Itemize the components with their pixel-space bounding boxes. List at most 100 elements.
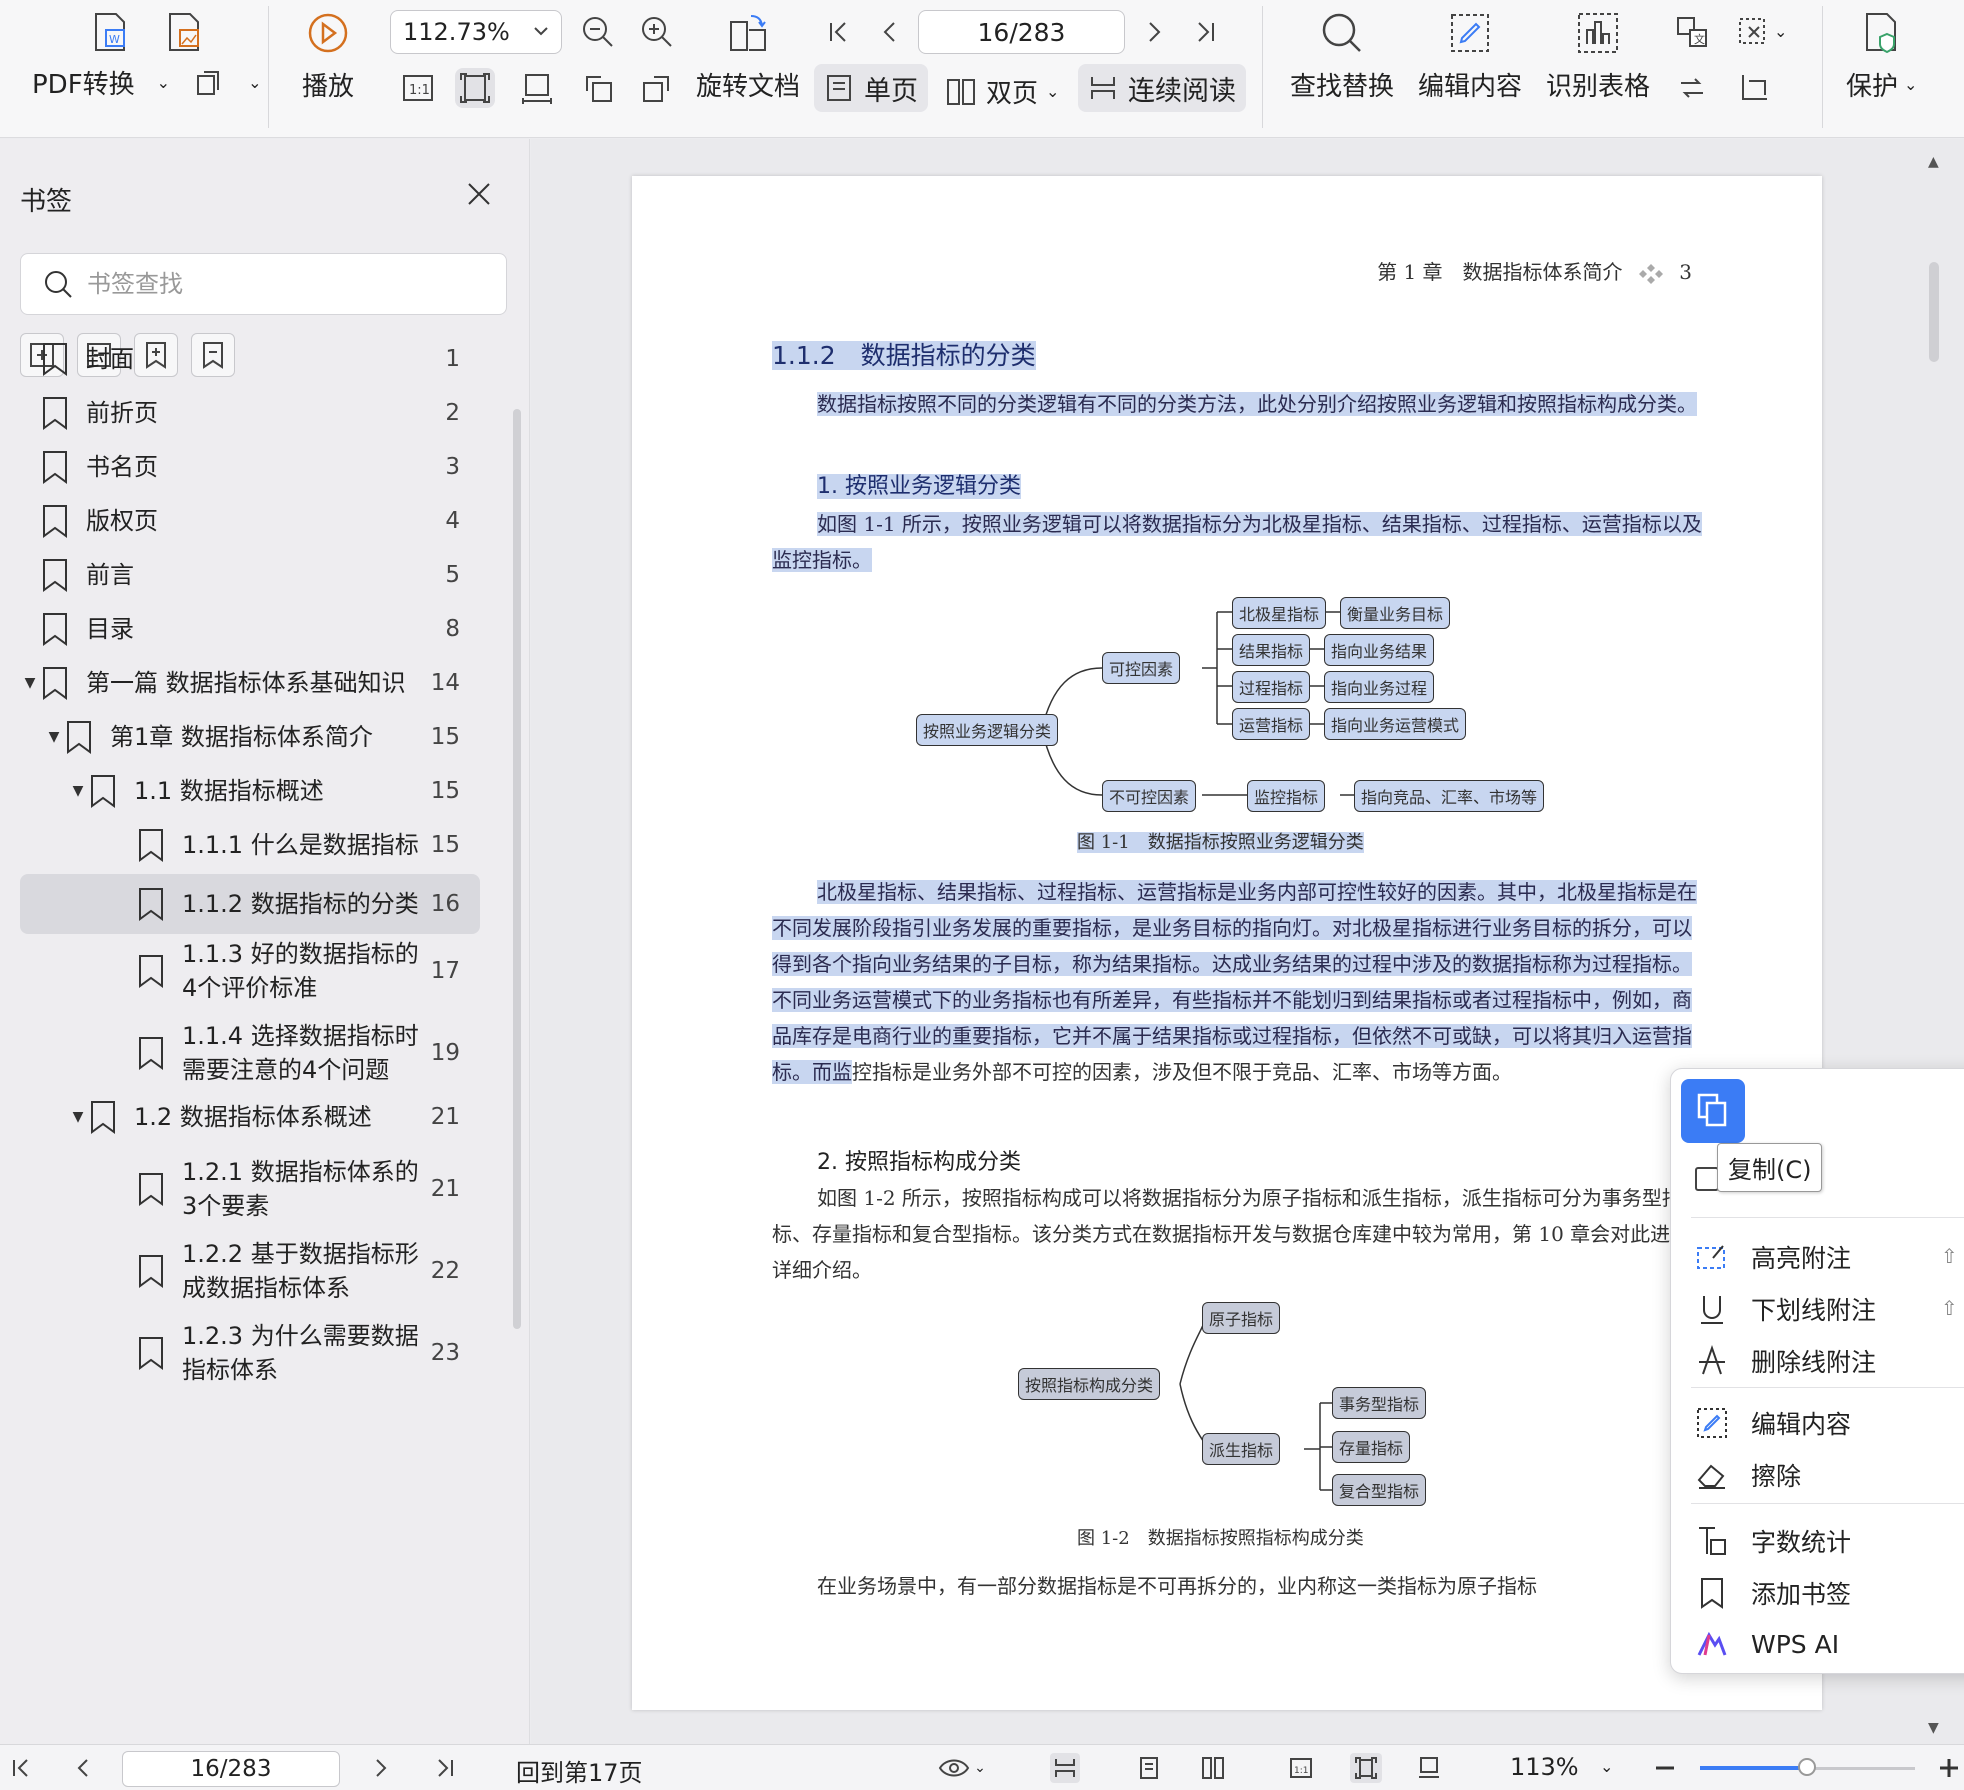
scroll-down-icon[interactable]: ▼ [1928,1720,1939,1736]
bookmark-item[interactable]: 版权页 4 [20,496,480,546]
pdf-to-image-icon[interactable] [162,10,206,54]
expand-toggle-icon[interactable]: ▼ [68,1109,88,1125]
fit-page-button[interactable] [455,68,495,108]
bookmark-label: 1.1.1 什么是数据指标 [182,831,419,859]
bookmark-item[interactable]: 1.2.1 数据指标体系的3个要素 21 [20,1146,480,1232]
menu-add-bookmark[interactable]: 添加书签 [1695,1575,1851,1611]
bookmark-item[interactable]: 1.2.2 基于数据指标形成数据指标体系 22 [20,1228,480,1314]
bookmark-page-number: 2 [445,400,460,426]
first-page-icon[interactable] [6,1753,36,1783]
fit-width-button[interactable] [517,68,557,108]
zoom-in-icon[interactable] [1934,1753,1964,1783]
page-crop-icon[interactable] [1734,68,1774,108]
double-page-button[interactable]: 双页 ⌄ [946,73,1059,110]
bookmark-item[interactable]: 1.1.4 选择数据指标时需要注意的4个问题 19 [20,1010,480,1096]
find-replace-button[interactable]: 查找替换 [1290,10,1394,103]
zoom-out-icon[interactable] [1650,1753,1680,1783]
bookmark-label: 前折页 [86,399,158,427]
menu-word-count[interactable]: 字数统计 [1695,1523,1851,1559]
copy-button[interactable] [1681,1079,1745,1143]
scroll-up-icon[interactable]: ▲ [1928,154,1939,170]
fit-page-icon[interactable] [1350,1753,1382,1783]
translate-icon[interactable]: 文 [1672,12,1712,52]
pdf-to-word-icon[interactable]: W [88,10,132,54]
pdf-convert-button[interactable]: W PDF转换 ⌄ ⌄ [32,10,261,101]
bookmark-page-number: 15 [430,778,460,804]
expand-toggle-icon[interactable]: ▼ [68,783,88,799]
prev-page-icon[interactable] [68,1753,98,1783]
expand-toggle-icon[interactable]: ▼ [44,729,64,745]
protect-button[interactable]: 保护 ⌄ [1846,10,1917,103]
menu-underline-annotation[interactable]: 下划线附注 [1695,1291,1876,1327]
edit-content-button[interactable]: 编辑内容 [1418,10,1522,103]
menu-edit-content[interactable]: 编辑内容 [1695,1405,1851,1441]
zoom-in-icon[interactable] [637,12,677,52]
back-to-page-link[interactable]: 回到第17页 [516,1753,643,1788]
bookmark-item[interactable]: 前言 5 [20,550,480,600]
document-scrollbar[interactable] [1929,262,1939,362]
bookmark-item[interactable]: 封面 1 [20,334,480,384]
bookmark-item[interactable]: 1.1.2 数据指标的分类 16 [20,874,480,934]
document-page[interactable]: 第 1 章 数据指标体系简介 3 1.1.2 数据指标的分类 数据指标按照不同的… [632,176,1822,1710]
bookmark-item[interactable]: ▼ 1.2 数据指标体系概述 21 [20,1092,480,1142]
actual-size-button[interactable]: 1:1 [398,68,438,108]
search-icon [1319,10,1365,56]
page-number-input[interactable]: 16/283 [918,10,1125,54]
bookmark-label: 1.2.2 基于数据指标形成数据指标体系 [182,1240,419,1302]
bookmark-search-input[interactable] [87,270,467,298]
svg-text:1:1: 1:1 [409,83,430,98]
bookmark-item[interactable]: 1.1.1 什么是数据指标 15 [20,820,480,870]
bookmark-page-number: 1 [445,346,460,372]
bookmark-item[interactable]: ▼ 1.1 数据指标概述 15 [20,766,480,816]
chevron-down-icon[interactable]: ⌄ [1600,1757,1613,1776]
continuous-read-button[interactable]: 连续阅读 [1078,64,1246,112]
bookmark-item[interactable]: 书名页 3 [20,442,480,492]
bookmark-item[interactable]: 1.2.3 为什么需要数据指标体系 23 [20,1310,480,1396]
bookmark-item[interactable]: 前折页 2 [20,388,480,438]
play-button[interactable]: 播放 [302,10,354,103]
fig1-uncontrollable-node: 不可控因素 [1102,780,1197,812]
next-page-icon[interactable] [366,1753,396,1783]
zoom-slider-handle[interactable] [1798,1758,1816,1776]
menu-highlight-annotation[interactable]: 高亮附注 [1695,1239,1851,1275]
expand-toggle-icon[interactable]: ▼ [20,675,40,691]
bookmark-item[interactable]: ▼ 第一篇 数据指标体系基础知识 14 [20,658,480,708]
fit-width-icon[interactable] [1414,1753,1444,1783]
sidebar-scrollbar[interactable] [513,409,521,1329]
recognize-table-button[interactable]: 识别表格 [1546,10,1650,103]
rotate-right-icon[interactable] [637,68,677,108]
close-icon[interactable] [466,181,492,207]
double-page-icon [946,77,976,107]
bookmark-page-number: 5 [445,562,460,588]
eye-protection-icon[interactable]: ⌄ [934,1753,990,1783]
single-page-button[interactable]: 单页 [814,64,928,112]
first-page-icon[interactable] [818,12,858,52]
bookmark-item[interactable]: 目录 8 [20,604,480,654]
comment-icon[interactable] [1695,1167,1719,1191]
double-page-view-icon[interactable] [1198,1753,1228,1783]
menu-strikethrough-annotation[interactable]: 删除线附注 [1695,1343,1876,1379]
menu-erase[interactable]: 擦除 [1695,1457,1801,1493]
last-page-icon[interactable] [1186,12,1226,52]
rotate-left-icon[interactable] [578,68,618,108]
bookmark-item[interactable]: ▼ 第1章 数据指标体系简介 15 [20,712,480,762]
bookmark-page-number: 22 [430,1258,460,1284]
actual-size-icon[interactable]: 1:1 [1286,1753,1316,1783]
prev-page-icon[interactable] [870,12,910,52]
page-export-icon[interactable] [192,66,226,100]
menu-wps-ai[interactable]: WPS AI [1695,1627,1839,1661]
rotate-document-button[interactable]: 旋转文档 [696,10,800,103]
clear-format-icon[interactable] [1734,12,1774,52]
last-page-icon[interactable] [430,1753,460,1783]
continuous-view-icon[interactable] [1050,1753,1080,1783]
status-zoom-value[interactable]: 113% [1510,1753,1579,1781]
zoom-out-icon[interactable] [578,12,618,52]
single-page-view-icon[interactable] [1134,1753,1164,1783]
bookmark-search[interactable] [20,253,507,315]
zoom-select[interactable]: 112.73% [390,10,562,54]
convert-icon[interactable] [1672,68,1712,108]
menu-erase-label: 擦除 [1751,1462,1802,1491]
status-page-input[interactable]: 16/283 [122,1751,340,1787]
next-page-icon[interactable] [1134,12,1174,52]
bookmark-item[interactable]: 1.1.3 好的数据指标的4个评价标准 17 [20,928,480,1014]
